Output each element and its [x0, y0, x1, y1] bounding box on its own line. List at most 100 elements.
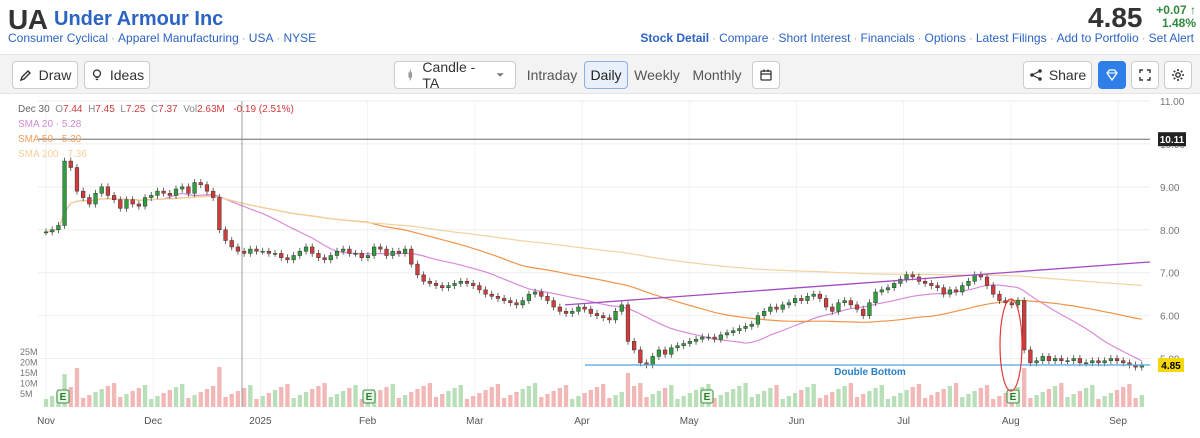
candle-down	[105, 186, 111, 196]
volume-bar	[904, 390, 909, 407]
volume-bar	[731, 389, 736, 407]
candle-up	[718, 334, 723, 340]
price-chart[interactable]: 11.0010.009.008.007.006.005.00NovDec2025…	[0, 95, 1200, 433]
candle-down	[74, 167, 80, 192]
volume-bar	[353, 385, 358, 407]
volume-bar	[997, 396, 1002, 407]
volume-bar	[966, 394, 971, 407]
nav-stock-detail[interactable]: Stock Detail	[640, 31, 709, 45]
nav-short-interest[interactable]: Short Interest	[778, 31, 850, 45]
ohlc-readout: Dec 30 O7.44 H7.45 L7.25 C7.37 Vol2.63M …	[18, 104, 294, 115]
volume-bar	[390, 384, 395, 407]
volume-bar	[1028, 398, 1033, 407]
candle-up	[149, 195, 154, 198]
volume-bar	[285, 384, 290, 407]
candle-up	[50, 229, 55, 233]
volume-bar	[854, 397, 860, 407]
chart-type-select[interactable]: Candle - TA	[394, 59, 516, 91]
volume-bar	[1034, 395, 1039, 407]
candle-up	[43, 231, 49, 234]
volume-bar	[489, 387, 494, 407]
volume-bar	[780, 399, 785, 407]
volume-bar	[409, 392, 414, 407]
nav-financials[interactable]: Financials	[860, 31, 914, 45]
volume-bar	[210, 386, 216, 407]
fullscreen-button[interactable]	[1131, 61, 1159, 89]
volume-bar	[93, 392, 98, 407]
premium-button[interactable]	[1098, 61, 1126, 89]
volume-bar	[545, 394, 550, 407]
breadcrumb-industry[interactable]: Apparel Manufacturing	[118, 31, 239, 45]
candle-down	[427, 281, 432, 284]
nav-compare[interactable]: Compare	[719, 31, 768, 45]
nav-set-alert[interactable]: Set Alert	[1149, 31, 1194, 45]
volume-bar	[805, 387, 810, 407]
candle-up	[93, 193, 98, 205]
candle-up	[966, 281, 971, 286]
candle-up	[390, 250, 395, 256]
candle-up	[173, 188, 179, 196]
candle-down	[285, 257, 290, 261]
breadcrumb-exchange[interactable]: NYSE	[283, 31, 316, 45]
volume-bar	[1040, 392, 1045, 407]
nav-add-to-portfolio[interactable]: Add to Portfolio	[1057, 31, 1139, 45]
candlestick-icon	[408, 69, 412, 81]
volume-tick-label: 10M	[20, 379, 38, 389]
legend-sma200: SMA 200 · 7.36	[18, 149, 87, 160]
candle-up	[1071, 358, 1076, 361]
candle-down	[991, 285, 996, 295]
volume-bar	[402, 395, 408, 407]
candle-up	[885, 287, 891, 291]
share-button[interactable]: Share	[1023, 61, 1092, 89]
volume-bar	[384, 387, 389, 407]
candle-up	[62, 160, 67, 226]
volume-bar	[1052, 386, 1058, 407]
candle-up	[675, 345, 680, 349]
resistance-trendline	[564, 261, 1151, 306]
y-tick-label: 8.00	[1160, 226, 1180, 237]
crosshair-value-label: 10.11	[1160, 135, 1185, 146]
nav-latest-filings[interactable]: Latest Filings	[976, 31, 1047, 45]
earnings-marker-label: E	[60, 392, 67, 403]
nav-options[interactable]: Options	[925, 31, 966, 45]
volume-bar	[1102, 396, 1107, 407]
candle-up	[452, 283, 457, 286]
volume-bar	[607, 398, 612, 407]
candle-down	[910, 274, 915, 278]
candle-down	[601, 315, 606, 319]
breadcrumb-country[interactable]: USA	[249, 31, 274, 45]
legend-high: 7.45	[95, 104, 115, 115]
tab-monthly[interactable]: Monthly	[688, 61, 746, 89]
candle-down	[774, 306, 779, 310]
draw-button[interactable]: Draw	[12, 61, 78, 89]
date-range-button[interactable]	[752, 61, 780, 89]
legend-sma20: SMA 20 · 5.28	[18, 119, 82, 130]
candle-down	[817, 293, 822, 299]
tab-daily[interactable]: Daily	[584, 61, 628, 89]
sma-200-line	[45, 195, 1142, 287]
volume-bar	[149, 399, 154, 407]
x-tick-label: Jul	[897, 416, 910, 427]
breadcrumb-sector[interactable]: Consumer Cyclical	[8, 31, 108, 45]
volume-bar	[1077, 391, 1083, 407]
volume-bar	[396, 398, 402, 407]
company-name[interactable]: Under Armour Inc	[54, 8, 223, 31]
volume-bar	[322, 383, 327, 407]
volume-bar	[80, 398, 86, 407]
volume-bar	[631, 386, 637, 407]
tab-intraday[interactable]: Intraday	[524, 61, 580, 89]
ideas-button[interactable]: Ideas	[84, 61, 150, 89]
volume-tick-label: 15M	[20, 368, 38, 378]
candle-down	[563, 311, 569, 314]
settings-button[interactable]	[1164, 61, 1192, 89]
tab-weekly[interactable]: Weekly	[632, 61, 682, 89]
volume-bar	[223, 397, 228, 407]
candle-up	[811, 293, 816, 297]
candle-down	[489, 293, 494, 297]
volume-bar	[142, 385, 148, 407]
candle-up	[681, 343, 686, 346]
candle-down	[662, 349, 668, 355]
change-percent: 1.48%	[1161, 16, 1196, 30]
volume-bar	[953, 383, 959, 407]
candle-up	[873, 291, 878, 303]
